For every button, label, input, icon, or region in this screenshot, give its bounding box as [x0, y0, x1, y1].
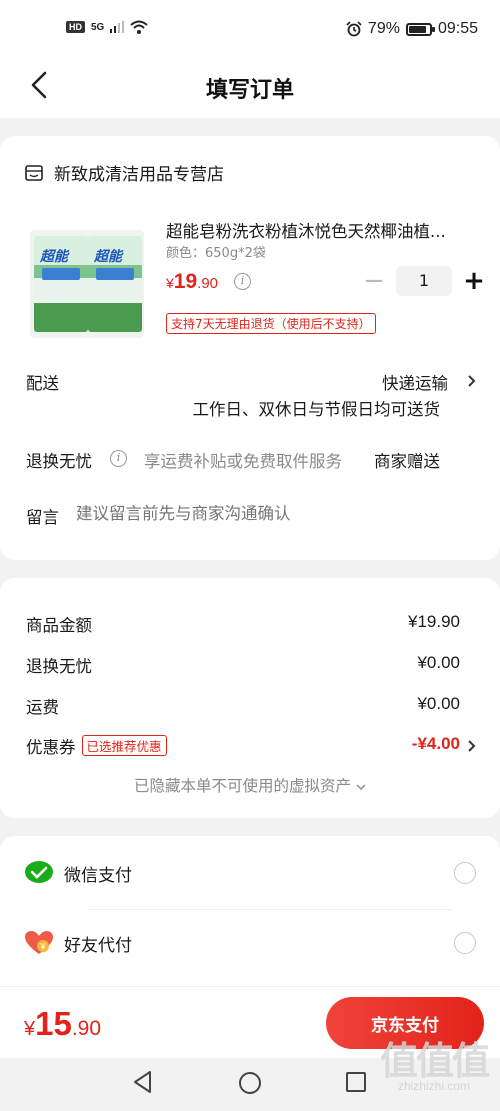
status-right: 79% 09:55 — [346, 20, 478, 38]
shipping-row: 运费 ¥0.00 — [26, 694, 460, 718]
status-bar: HD 5G 79% 09:55 — [0, 0, 500, 60]
quantity-input[interactable]: 1 — [396, 266, 452, 296]
delivery-note: 工作日、双休日与节假日均可送货 — [192, 400, 441, 419]
total-dec: .90 — [71, 1017, 102, 1040]
nav-back-icon[interactable] — [132, 1070, 154, 1094]
friend-pay-radio[interactable] — [454, 932, 476, 954]
hd-icon: HD — [66, 21, 85, 33]
increase-button[interactable]: + — [460, 268, 488, 294]
watermark-big: 值值值 — [379, 1039, 490, 1083]
delivery-label: 配送 — [26, 374, 59, 393]
status-left: HD 5G — [66, 20, 149, 34]
product-spec[interactable]: 颜色：650g*2袋 — [166, 242, 266, 261]
coupon-row[interactable]: 优惠券 已选推荐优惠 -¥4.00 — [26, 734, 460, 758]
delivery-method[interactable]: 快递运输 — [382, 370, 448, 394]
pack-label — [42, 268, 80, 280]
coupon-label: 优惠券 — [26, 738, 76, 757]
wechat-pay-radio[interactable] — [454, 862, 476, 884]
chevron-right-icon[interactable] — [467, 374, 477, 388]
alarm-icon — [346, 21, 362, 37]
payment-card: 微信支付 ¥ 好友代付 — [0, 836, 500, 986]
friend-pay-heart-icon: ¥ — [25, 931, 53, 954]
fee-card: 商品金额 ¥19.90 退换无忧 ¥0.00 运费 ¥0.00 优惠券 已选推荐优… — [0, 578, 500, 818]
total-currency: ¥ — [24, 1018, 36, 1040]
return-policy-tag: 支持7天无理由退货（使用后不支持） — [166, 313, 376, 334]
price-currency: ¥ — [166, 275, 174, 291]
return-info-icon[interactable]: i — [110, 450, 127, 467]
total-int: 15 — [35, 1005, 72, 1042]
friend-pay-option[interactable]: ¥ 好友代付 — [24, 908, 476, 978]
nav-home-icon[interactable] — [239, 1072, 261, 1094]
store-icon — [25, 164, 43, 181]
order-card: 新致成清洁用品专营店 超能 超能 超能皂粉洗衣粉植沐悦色天然椰油植... 颜色：… — [0, 136, 500, 560]
goods-amount-row: 商品金额 ¥19.90 — [26, 612, 460, 636]
return-service-gift: 商家赠送 — [374, 452, 440, 471]
wechat-pay-option[interactable]: 微信支付 — [24, 838, 476, 910]
shipping-label: 运费 — [26, 698, 59, 717]
return-fee-row: 退换无忧 ¥0.00 — [26, 653, 460, 677]
goods-amount-label: 商品金额 — [26, 616, 92, 635]
message-label: 留言 — [26, 508, 59, 527]
price-info-icon[interactable]: i — [234, 273, 251, 290]
header: 填写订单 — [0, 60, 500, 180]
quantity-stepper: − 1 + — [360, 266, 488, 296]
page-title: 填写订单 — [205, 78, 294, 103]
pack-label — [96, 268, 134, 280]
wechat-pay-icon — [25, 861, 53, 883]
pack-brand: 超能 — [40, 249, 68, 265]
nav-recent-icon[interactable] — [346, 1072, 366, 1092]
product-price: ¥19.90 — [166, 270, 218, 294]
pack-brand: 超能 — [94, 249, 122, 265]
battery-fill — [408, 25, 427, 33]
price-dec: .90 — [197, 275, 219, 292]
wechat-pay-label: 微信支付 — [64, 865, 132, 886]
wifi-icon — [130, 20, 149, 34]
friend-pay-label: 好友代付 — [64, 935, 132, 956]
coupon-tag: 已选推荐优惠 — [81, 735, 167, 756]
product-pack-2: 超能 — [88, 236, 142, 332]
battery-icon — [405, 22, 435, 36]
chevron-down-icon — [356, 784, 366, 791]
return-service-desc: 享运费补贴或免费取件服务 — [144, 452, 342, 471]
return-fee-value: ¥0.00 — [417, 653, 460, 672]
goods-amount-value: ¥19.90 — [408, 612, 460, 631]
watermark-logo: 值值值 zhizhizhi.com — [379, 1030, 490, 1093]
decrease-button[interactable]: − — [360, 268, 388, 294]
price-int: 19 — [173, 270, 198, 293]
hidden-assets-toggle[interactable]: 已隐藏本单不可使用的虚拟资产 — [0, 774, 500, 796]
network-type: 5G — [91, 21, 105, 33]
coupon-value: -¥4.00 — [411, 734, 460, 753]
product-name[interactable]: 超能皂粉洗衣粉植沐悦色天然椰油植... — [166, 218, 476, 242]
shop-name: 新致成清洁用品专营店 — [54, 165, 224, 185]
chevron-right-icon[interactable] — [467, 739, 477, 753]
svg-text:¥: ¥ — [39, 942, 46, 952]
shop-header[interactable]: 新致成清洁用品专营店 — [24, 160, 224, 185]
signal-icon — [110, 21, 125, 33]
hidden-assets-text: 已隐藏本单不可使用的虚拟资产 — [134, 777, 352, 795]
shipping-value: ¥0.00 — [417, 694, 460, 713]
return-service-label: 退换无忧 — [26, 452, 92, 471]
return-fee-label: 退换无忧 — [26, 657, 92, 676]
battery-percent: 79% — [367, 20, 400, 37]
total-price: ¥15.90 — [24, 1005, 101, 1043]
message-input[interactable] — [76, 504, 456, 523]
product-pack-1: 超能 — [34, 236, 88, 332]
product-image[interactable]: 超能 超能 — [30, 230, 144, 338]
clock: 09:55 — [437, 20, 478, 37]
